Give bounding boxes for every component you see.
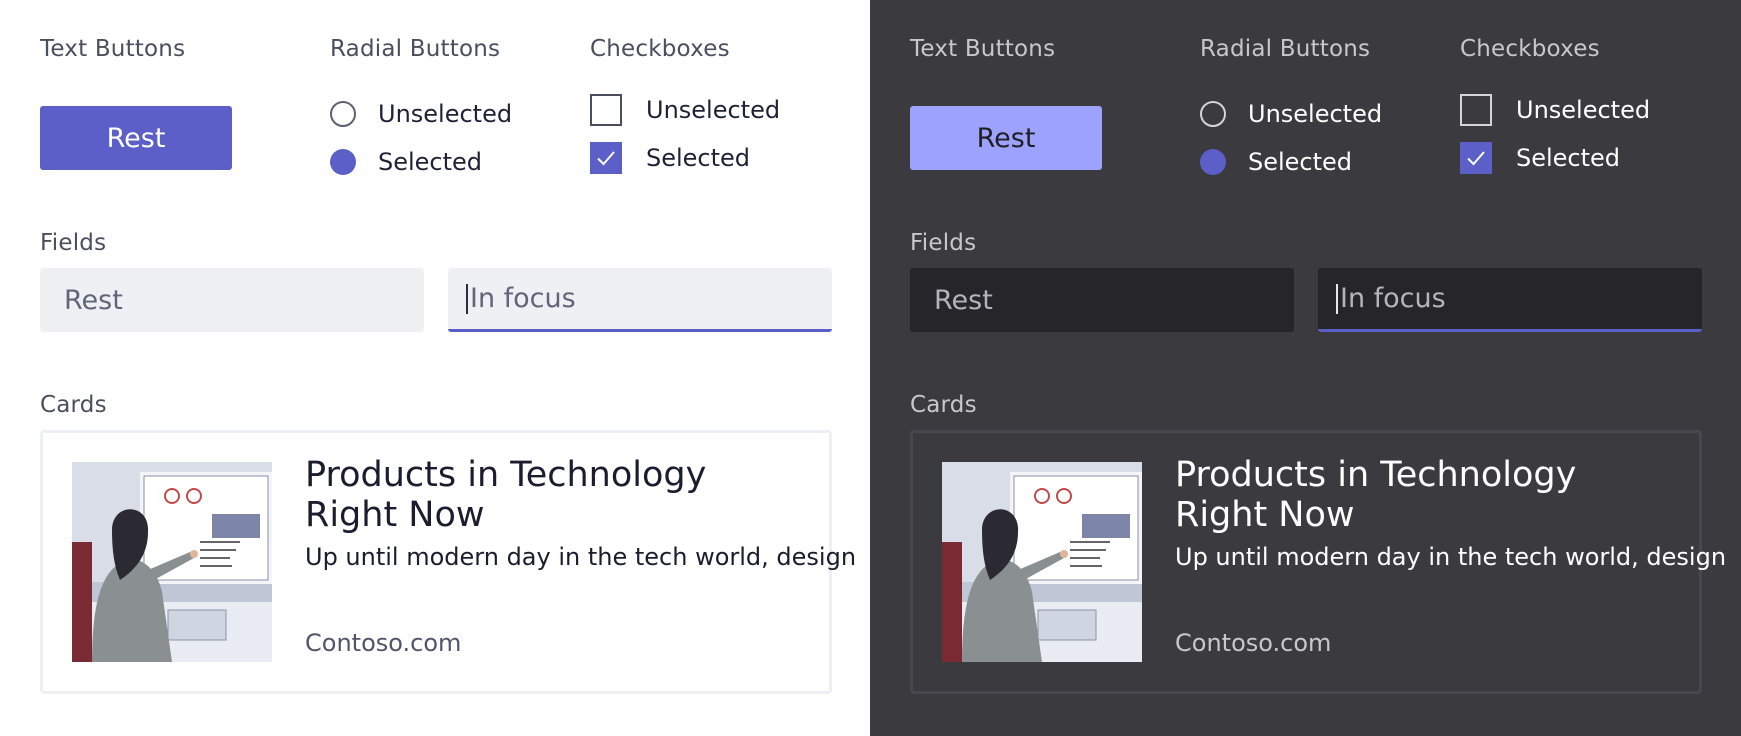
text-caret: [466, 283, 468, 314]
radio-unselected-icon: [330, 101, 356, 127]
focus-field[interactable]: In focus: [1318, 268, 1702, 332]
checkmark-icon: [1460, 142, 1492, 174]
radio-unselected-label: Unselected: [1248, 100, 1383, 128]
dark-theme-panel: Text Buttons Radial Buttons Checkboxes R…: [870, 0, 1741, 736]
checkbox-selected[interactable]: Selected: [590, 142, 750, 174]
radial-buttons-heading: Radial Buttons: [330, 36, 501, 62]
fields-heading: Fields: [910, 230, 977, 256]
radio-selected-label: Selected: [378, 148, 483, 176]
rest-field[interactable]: Rest: [40, 268, 424, 332]
card-title: Products in Technology Right Now: [1175, 455, 1577, 535]
rest-button[interactable]: Rest: [40, 106, 232, 170]
focus-field-text: In focus: [470, 283, 576, 314]
rest-button[interactable]: Rest: [910, 106, 1102, 170]
radio-unselected[interactable]: Unselected: [330, 100, 512, 128]
cards-heading: Cards: [40, 392, 107, 418]
article-card[interactable]: Products in Technology Right Now Up unti…: [910, 430, 1726, 694]
checkbox-empty-icon: [590, 94, 622, 126]
checkboxes-heading: Checkboxes: [590, 36, 730, 62]
radio-selected[interactable]: Selected: [1200, 148, 1352, 176]
checkboxes-heading: Checkboxes: [1460, 36, 1600, 62]
text-caret: [1336, 283, 1338, 314]
radio-selected[interactable]: Selected: [330, 148, 482, 176]
rest-field[interactable]: Rest: [910, 268, 1294, 332]
card-source: Contoso.com: [1175, 629, 1332, 657]
radio-unselected-label: Unselected: [378, 100, 513, 128]
cards-heading: Cards: [910, 392, 977, 418]
checkbox-unselected-label: Unselected: [1516, 96, 1651, 124]
checkbox-unselected[interactable]: Unselected: [1460, 94, 1650, 126]
card-description: Up until modern day in the tech world, d…: [305, 543, 857, 571]
focus-field-text: In focus: [1340, 283, 1446, 314]
radio-unselected[interactable]: Unselected: [1200, 100, 1382, 128]
checkmark-icon: [590, 142, 622, 174]
radio-selected-icon: [330, 149, 356, 175]
checkbox-selected-label: Selected: [646, 144, 751, 172]
radio-selected-label: Selected: [1248, 148, 1353, 176]
article-card[interactable]: Products in Technology Right Now Up unti…: [40, 430, 856, 694]
checkbox-unselected[interactable]: Unselected: [590, 94, 780, 126]
rest-field-text: Rest: [934, 284, 993, 316]
rest-field-text: Rest: [64, 284, 123, 316]
card-description: Up until modern day in the tech world, d…: [1175, 543, 1727, 571]
radial-buttons-heading: Radial Buttons: [1200, 36, 1371, 62]
card-source: Contoso.com: [305, 629, 462, 657]
checkbox-unselected-label: Unselected: [646, 96, 781, 124]
checkbox-empty-icon: [1460, 94, 1492, 126]
radio-selected-icon: [1200, 149, 1226, 175]
light-theme-panel: Text Buttons Radial Buttons Checkboxes R…: [0, 0, 870, 736]
fields-heading: Fields: [40, 230, 107, 256]
radio-unselected-icon: [1200, 101, 1226, 127]
text-buttons-heading: Text Buttons: [40, 36, 186, 62]
focus-field[interactable]: In focus: [448, 268, 832, 332]
presenter-whiteboard-photo: [942, 462, 1142, 662]
presenter-whiteboard-photo: [72, 462, 272, 662]
card-title: Products in Technology Right Now: [305, 455, 707, 535]
text-buttons-heading: Text Buttons: [910, 36, 1056, 62]
checkbox-selected-label: Selected: [1516, 144, 1621, 172]
checkbox-selected[interactable]: Selected: [1460, 142, 1620, 174]
